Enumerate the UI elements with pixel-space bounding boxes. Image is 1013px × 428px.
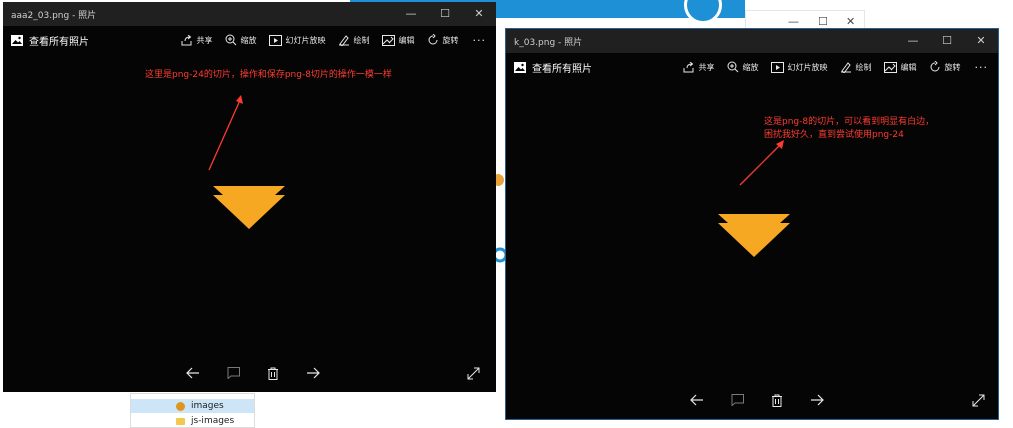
photos-icon [11, 34, 23, 46]
view-all-photos-label: 查看所有照片 [29, 36, 89, 48]
orange-arrow-image [718, 214, 790, 257]
edit-button[interactable]: 编辑 [381, 34, 415, 46]
draw-button[interactable]: 绘制 [840, 61, 872, 73]
view-all-photos-button[interactable]: 查看所有照片 [3, 33, 169, 48]
fullscreen-button[interactable] [970, 392, 986, 408]
annotation-text: 这里是png-24的切片，操作和保存png-8切片的操作一模一样 [145, 70, 392, 80]
share-label: 共享 [196, 35, 213, 45]
minimize-icon[interactable]: — [788, 15, 799, 28]
close-icon[interactable]: ✕ [846, 15, 855, 28]
slideshow-button[interactable]: 幻灯片放映 [770, 61, 828, 73]
share-icon [683, 61, 693, 72]
trash-icon [772, 394, 782, 407]
maximize-icon[interactable]: ☐ [818, 15, 828, 28]
minimize-button[interactable]: — [896, 29, 930, 53]
zoom-icon [727, 61, 738, 73]
window-title: aaa2_03.png - 照片 [11, 10, 97, 21]
photos-icon [514, 61, 526, 73]
share-button[interactable]: 共享 [181, 34, 213, 46]
orange-arrow-image [213, 186, 285, 229]
share-label: 共享 [698, 62, 715, 72]
folder-icon [176, 417, 185, 425]
edit-label: 编辑 [900, 62, 917, 72]
rotate-label: 旋转 [944, 62, 961, 72]
slideshow-icon [770, 61, 784, 73]
list-item-label: images [191, 401, 224, 411]
arrow-left-icon [186, 367, 199, 379]
rotate-button[interactable]: 旋转 [929, 61, 961, 73]
comment-icon [227, 367, 240, 379]
comment-button[interactable] [225, 365, 241, 381]
zoom-icon [225, 34, 236, 46]
arrow-right-icon [811, 394, 824, 406]
file-explorer-pane: images js-images [130, 393, 255, 428]
comment-button[interactable] [729, 392, 745, 408]
zoom-button[interactable]: 缩放 [225, 34, 257, 46]
share-button[interactable]: 共享 [683, 61, 715, 73]
draw-icon [840, 62, 851, 73]
edit-label: 编辑 [398, 35, 415, 45]
slideshow-button[interactable]: 幻灯片放映 [268, 34, 326, 46]
window-titlebar: k_03.png - 照片 — ☐ ✕ [506, 29, 998, 53]
close-button[interactable]: ✕ [462, 2, 496, 26]
photos-window-right: k_03.png - 照片 — ☐ ✕ 查看所有照片 共享 缩放 幻灯片放映 绘… [505, 28, 999, 420]
draw-label: 绘制 [855, 62, 872, 72]
comment-icon [731, 394, 744, 406]
trash-icon [268, 367, 278, 380]
list-item[interactable]: js-images [131, 414, 254, 428]
slideshow-label: 幻灯片放映 [285, 35, 326, 45]
expand-icon [467, 367, 479, 379]
previous-button[interactable] [689, 392, 705, 408]
photos-window-left: aaa2_03.png - 照片 — ☐ ✕ 查看所有照片 共享 缩放 幻灯片放… [3, 2, 496, 392]
photos-toolbar: 查看所有照片 共享 缩放 幻灯片放映 绘制 编辑 旋转 ··· [506, 53, 998, 81]
photo-navigation-bar [185, 365, 321, 381]
next-button[interactable] [809, 392, 825, 408]
arrow-right-icon [307, 367, 320, 379]
delete-button[interactable] [265, 365, 281, 381]
rotate-button[interactable]: 旋转 [427, 34, 459, 46]
list-item-label: js-images [191, 416, 235, 426]
zoom-label: 缩放 [240, 35, 257, 45]
more-options-button[interactable]: ··· [473, 34, 487, 47]
play-icon [684, 0, 722, 24]
window-title: k_03.png - 照片 [514, 37, 583, 48]
annotation-text-line-1: 这是png-8的切片，可以看到明显有白边， [764, 117, 935, 127]
delete-button[interactable] [769, 392, 785, 408]
view-all-photos-label: 查看所有照片 [532, 63, 592, 75]
draw-icon [338, 35, 349, 46]
share-icon [181, 34, 191, 45]
arrow-left-icon [690, 394, 703, 406]
slideshow-label: 幻灯片放映 [787, 62, 828, 72]
edit-icon [883, 61, 897, 73]
zoom-button[interactable]: 缩放 [727, 61, 759, 73]
minimize-button[interactable]: — [394, 2, 428, 26]
maximize-button[interactable]: ☐ [930, 29, 964, 53]
photo-navigation-bar [689, 392, 825, 408]
next-button[interactable] [305, 365, 321, 381]
annotation-arrow [208, 95, 243, 171]
rotate-label: 旋转 [442, 35, 459, 45]
maximize-button[interactable]: ☐ [428, 2, 462, 26]
draw-label: 绘制 [353, 35, 370, 45]
list-item[interactable]: images [131, 399, 254, 413]
fullscreen-button[interactable] [465, 365, 481, 381]
edit-icon [381, 34, 395, 46]
folder-icon [176, 401, 185, 411]
annotation-arrow [739, 140, 784, 186]
draw-button[interactable]: 绘制 [338, 34, 370, 46]
zoom-label: 缩放 [742, 62, 759, 72]
rotate-icon [428, 34, 437, 45]
more-options-button[interactable]: ··· [975, 61, 989, 74]
rotate-icon [930, 61, 939, 72]
window-titlebar: aaa2_03.png - 照片 — ☐ ✕ [3, 2, 496, 26]
expand-icon [972, 394, 984, 406]
close-button[interactable]: ✕ [964, 29, 998, 53]
photos-toolbar: 查看所有照片 共享 缩放 幻灯片放映 绘制 编辑 旋转 ··· [3, 26, 496, 54]
slideshow-icon [268, 34, 282, 46]
previous-button[interactable] [185, 365, 201, 381]
edit-button[interactable]: 编辑 [883, 61, 917, 73]
view-all-photos-button[interactable]: 查看所有照片 [506, 60, 671, 75]
